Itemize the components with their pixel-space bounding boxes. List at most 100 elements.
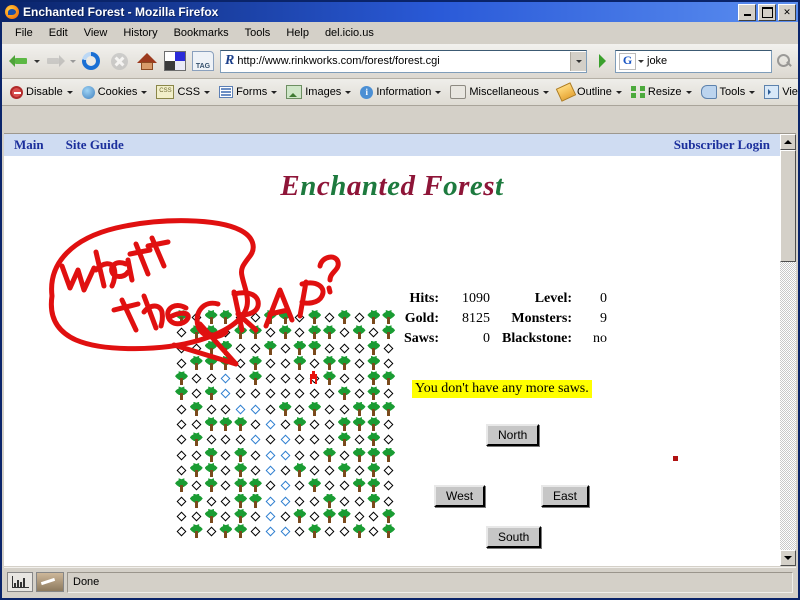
search-bar[interactable]: G joke [615,49,772,73]
minimize-button[interactable] [738,3,756,21]
scrollbar-thumb[interactable] [780,150,796,262]
ground-diamond-icon [265,373,276,384]
map-cell-ground [292,447,307,462]
url-input[interactable]: http://www.rinkworks.com/forest/forest.c… [237,55,570,67]
map-cell-ground [352,370,367,385]
east-button[interactable]: East [541,485,590,507]
nav-link-site-guide[interactable]: Site Guide [66,137,124,153]
back-dropdown-icon[interactable] [34,60,40,66]
ground-diamond-icon [354,511,365,522]
north-button[interactable]: North [486,424,540,446]
ground-diamond-icon [191,450,202,461]
tree-icon [322,508,336,523]
url-bar[interactable]: R http://www.rinkworks.com/forest/forest… [220,49,587,73]
menu-bookmarks[interactable]: Bookmarks [167,25,236,41]
map-cell-ground [174,401,189,416]
map-cell-tree [307,477,322,493]
menu-view[interactable]: View [77,25,115,41]
menu-help[interactable]: Help [279,25,316,41]
stat-label-gold: Gold: [404,311,440,326]
map-cell-ground [292,523,307,538]
stat-value-hits: 1090 [462,291,491,306]
google-icon[interactable]: G [619,52,636,70]
devtool-resize[interactable]: Resize [627,84,696,100]
devtool-images[interactable]: Images [282,83,355,101]
close-button[interactable]: ✕ [778,3,796,21]
quad-colors-icon[interactable] [162,48,188,74]
menu-edit[interactable]: Edit [42,25,75,41]
map-cell-ground [322,523,337,538]
south-button[interactable]: South [486,526,542,548]
images-icon [286,85,303,99]
ground-diamond-icon [324,389,335,399]
map-cell-ground [263,324,278,339]
ground-diamond-icon [280,389,291,399]
stats-panel: Hits: 1090 Level: 0 Gold: 8125 Monsters:… [404,289,634,349]
nav-link-subscriber-login[interactable]: Subscriber Login [674,137,770,153]
maximize-button[interactable] [758,3,776,21]
adblock-icon[interactable] [36,572,64,592]
ground-diamond-icon [324,480,335,491]
ground-diamond-icon [280,343,291,354]
reload-button[interactable] [78,48,104,74]
scrollbar-track[interactable] [780,150,796,550]
map-cell-ground [263,431,278,446]
devtool-view-source[interactable]: View Source [760,83,798,101]
vertical-scrollbar[interactable] [780,134,796,566]
map-cell-water [263,447,278,462]
tree-icon [382,370,396,386]
map-cell-tree [218,355,233,370]
forward-dropdown-icon[interactable] [70,60,76,66]
ground-diamond-icon [265,327,276,338]
map-cell-ground [204,523,219,538]
home-button[interactable] [134,48,160,74]
page-stats-icon[interactable] [7,572,33,592]
forest-map[interactable] [174,309,396,539]
west-button[interactable]: West [434,485,486,507]
devtool-css[interactable]: CSS CSS [152,83,214,101]
menu-history[interactable]: History [116,25,164,41]
map-cell-ground [174,493,189,508]
map-cell-ground [263,370,278,385]
map-cell-ground [248,416,263,431]
forward-button[interactable] [42,48,68,74]
scroll-down-button[interactable] [780,550,796,566]
tree-icon [352,447,366,462]
devtool-forms[interactable]: Forms [215,84,281,100]
map-cell-tree [381,447,396,462]
devtool-cookies[interactable]: Cookies [78,84,152,101]
search-icon[interactable] [774,51,794,71]
map-cell-ground [174,355,189,370]
tree-icon [308,523,322,539]
window-controls: ✕ [738,3,796,21]
back-button[interactable] [6,48,32,74]
nav-link-main[interactable]: Main [14,137,44,153]
menu-tools[interactable]: Tools [238,25,278,41]
devtool-information[interactable]: i Information [356,84,445,101]
search-input[interactable]: joke [644,55,771,67]
map-cell-ground [248,523,263,538]
url-dropdown-icon[interactable] [570,51,586,71]
go-button[interactable] [591,50,613,72]
menu-file[interactable]: File [8,25,40,41]
menu-delicious[interactable]: del.icio.us [318,25,381,41]
map-row [174,416,396,432]
stop-button[interactable] [106,48,132,74]
tag-icon[interactable]: TAG [190,48,216,74]
map-cell-tree [307,309,322,324]
scroll-up-button[interactable] [780,134,796,150]
ground-diamond-icon [368,511,379,522]
map-cell-ground [381,493,396,508]
devtool-miscellaneous[interactable]: Miscellaneous [446,83,553,101]
devtool-disable[interactable]: Disable [6,84,77,101]
map-cell-tree [381,508,396,523]
map-cell-ground [292,385,307,400]
devtool-tools[interactable]: Tools [697,83,760,101]
ground-diamond-icon [265,480,276,491]
map-row [174,385,396,401]
ground-diamond-icon [339,450,350,461]
ground-diamond-icon [191,373,202,384]
map-cell-tree [248,355,263,370]
map-cell-ground [292,370,307,385]
devtool-outline[interactable]: Outline [554,82,626,102]
